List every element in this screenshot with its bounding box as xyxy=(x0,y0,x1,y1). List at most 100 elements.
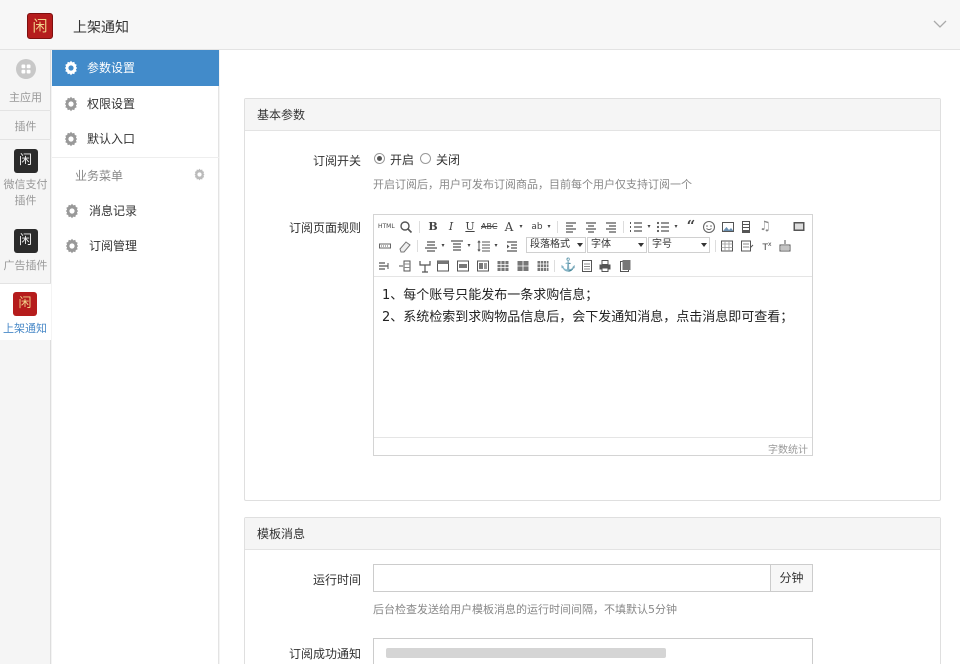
editor-footer: 字数统计 xyxy=(374,437,812,456)
menu-item-message-log[interactable]: 消息记录 xyxy=(52,193,219,229)
run-time-label: 运行时间 xyxy=(312,573,361,587)
video-icon[interactable] xyxy=(739,220,753,234)
table-cell-icon[interactable] xyxy=(436,259,450,273)
dropdown-icon[interactable]: ▾ xyxy=(542,220,556,234)
dropdown-icon[interactable]: ▾ xyxy=(669,220,683,234)
table-split-icon[interactable] xyxy=(496,259,510,273)
font-size-select[interactable]: 字号 xyxy=(648,237,710,253)
plugin-main-app[interactable]: 主应用 xyxy=(0,58,51,105)
main-content: 基本参数 订阅开关 开启 关闭 开启订阅后，用户可发布订阅商品，目前每个用户仅支… xyxy=(220,50,960,664)
align-left-icon[interactable] xyxy=(564,220,578,234)
blockquote-icon[interactable]: “ xyxy=(684,219,698,234)
redacted-value xyxy=(386,648,666,658)
toolbar-separator xyxy=(623,221,624,233)
chevron-down-icon[interactable] xyxy=(932,16,948,32)
menu-item-label: 消息记录 xyxy=(89,204,138,218)
top-header: 闲 上架通知 xyxy=(0,0,960,50)
anchor-icon[interactable]: ⚓ xyxy=(560,259,576,273)
strikethrough-icon[interactable]: ABC xyxy=(481,220,497,234)
preview-icon[interactable] xyxy=(618,259,632,273)
insert-code-icon[interactable] xyxy=(778,239,792,253)
table-delete-icon[interactable] xyxy=(516,259,530,273)
plugin-sidebar: 主应用 插件 闲 微信支付 插件 闲 广告插件 闲 上架通知 xyxy=(0,50,51,664)
menu-item-label: 参数设置 xyxy=(87,61,136,75)
plugin-shelf-notify[interactable]: 闲 上架通知 xyxy=(0,284,51,340)
dropdown-icon[interactable]: ▾ xyxy=(436,239,450,253)
run-time-input[interactable] xyxy=(373,564,771,592)
table-merge-icon[interactable] xyxy=(476,259,490,273)
plugin-ads[interactable]: 闲 广告插件 xyxy=(0,229,51,273)
editor-content[interactable]: 1、每个账号只能发布一条求购信息； 2、系统检索到求购物品信息后，会下发通知消息… xyxy=(382,285,793,329)
shelf-notify-plugin-logo: 闲 xyxy=(13,292,37,316)
dropdown-icon[interactable]: ▾ xyxy=(462,239,476,253)
dropdown-icon[interactable]: ▾ xyxy=(514,220,528,234)
menu-item-permissions[interactable]: 权限设置 xyxy=(52,86,219,122)
chevron-down-icon xyxy=(701,243,707,247)
menu-item-label: 权限设置 xyxy=(87,97,136,111)
plugin-wechat-pay[interactable]: 闲 微信支付 插件 xyxy=(0,149,51,209)
gear-icon xyxy=(64,131,78,147)
toolbar-separator xyxy=(554,260,555,272)
bold-icon[interactable]: B xyxy=(426,220,440,234)
insert-col-icon[interactable] xyxy=(398,259,412,273)
gear-icon[interactable] xyxy=(193,168,206,181)
indent-icon[interactable] xyxy=(505,239,519,253)
paragraph-format-select[interactable]: 段落格式 xyxy=(526,237,586,253)
select-value: 段落格式 xyxy=(530,239,570,250)
switch-help-text: 开启订阅后，用户可发布订阅商品，目前每个用户仅支持订阅一个 xyxy=(373,178,692,191)
align-center-icon[interactable] xyxy=(584,220,598,234)
dropdown-icon[interactable]: ▾ xyxy=(489,239,503,253)
radio-on[interactable] xyxy=(374,153,385,164)
italic-icon[interactable]: I xyxy=(444,220,458,234)
plugin-group-label: 插件 xyxy=(14,120,37,133)
table-props-icon[interactable] xyxy=(536,259,550,273)
insert-row-icon[interactable] xyxy=(378,259,392,273)
menu-item-subscription-manage[interactable]: 订阅管理 xyxy=(52,228,219,264)
font-family-select[interactable]: 字体 xyxy=(587,237,647,253)
editor-line: 2、系统检索到求购物品信息后，会下发通知消息，点击消息即可查看； xyxy=(382,310,794,325)
plugin-main-app-label: 主应用 xyxy=(9,91,42,104)
ordered-list-icon[interactable] xyxy=(629,220,643,234)
unordered-list-icon[interactable] xyxy=(656,220,670,234)
search-icon[interactable] xyxy=(399,220,413,234)
fullscreen-icon[interactable] xyxy=(792,220,806,234)
table-row-icon[interactable] xyxy=(456,259,470,273)
radio-off-label[interactable]: 关闭 xyxy=(436,151,460,168)
editor-line: 1、每个账号只能发布一条求购信息； xyxy=(382,288,599,303)
horizontal-rule-icon[interactable] xyxy=(378,239,392,253)
eraser-icon[interactable] xyxy=(398,239,412,253)
chevron-down-icon xyxy=(638,243,644,247)
settings-menu: 参数设置 权限设置 默认入口 业务菜单 消息记录 订阅管理 xyxy=(52,50,219,664)
menu-item-default-entry[interactable]: 默认入口 xyxy=(52,121,219,157)
merge-icon[interactable] xyxy=(418,259,432,273)
rich-text-editor[interactable]: HTML B I U ABC A ▾ ab ▾ ▾ ▾ “ ♫ ▾ ▾ ▾ 段落… xyxy=(373,214,813,456)
underline-icon[interactable]: U xyxy=(463,220,477,234)
align-right-icon[interactable] xyxy=(604,220,618,234)
wechat-pay-plugin-logo: 闲 xyxy=(13,149,38,173)
radio-on-label[interactable]: 开启 xyxy=(390,151,414,168)
app-logo: 闲 xyxy=(27,13,53,39)
page-break-icon[interactable] xyxy=(580,259,594,273)
template-icon[interactable] xyxy=(740,239,754,253)
emoji-icon[interactable] xyxy=(702,220,716,234)
music-icon[interactable]: ♫ xyxy=(758,220,772,234)
image-icon[interactable] xyxy=(721,220,735,234)
table-icon[interactable] xyxy=(720,239,734,253)
word-count: 字数统计 xyxy=(768,445,808,456)
divider xyxy=(52,157,219,158)
radio-off[interactable] xyxy=(420,153,431,164)
panel-title: 模板消息 xyxy=(245,518,940,550)
success-notify-input[interactable] xyxy=(373,638,813,664)
superscript-icon[interactable]: Tx xyxy=(760,238,774,253)
panel-title: 基本参数 xyxy=(245,99,940,131)
menu-group-title: 业务菜单 xyxy=(75,169,124,183)
basic-params-panel: 基本参数 订阅开关 开启 关闭 开启订阅后，用户可发布订阅商品，目前每个用户仅支… xyxy=(244,98,941,501)
gear-icon xyxy=(65,203,79,219)
divider xyxy=(0,139,51,140)
dropdown-icon[interactable]: ▾ xyxy=(642,220,656,234)
html-source-icon[interactable]: HTML xyxy=(378,220,395,234)
menu-item-params[interactable]: 参数设置 xyxy=(52,50,219,86)
print-icon[interactable] xyxy=(598,259,612,273)
toolbar-separator xyxy=(419,221,420,233)
chevron-down-icon xyxy=(577,243,583,247)
